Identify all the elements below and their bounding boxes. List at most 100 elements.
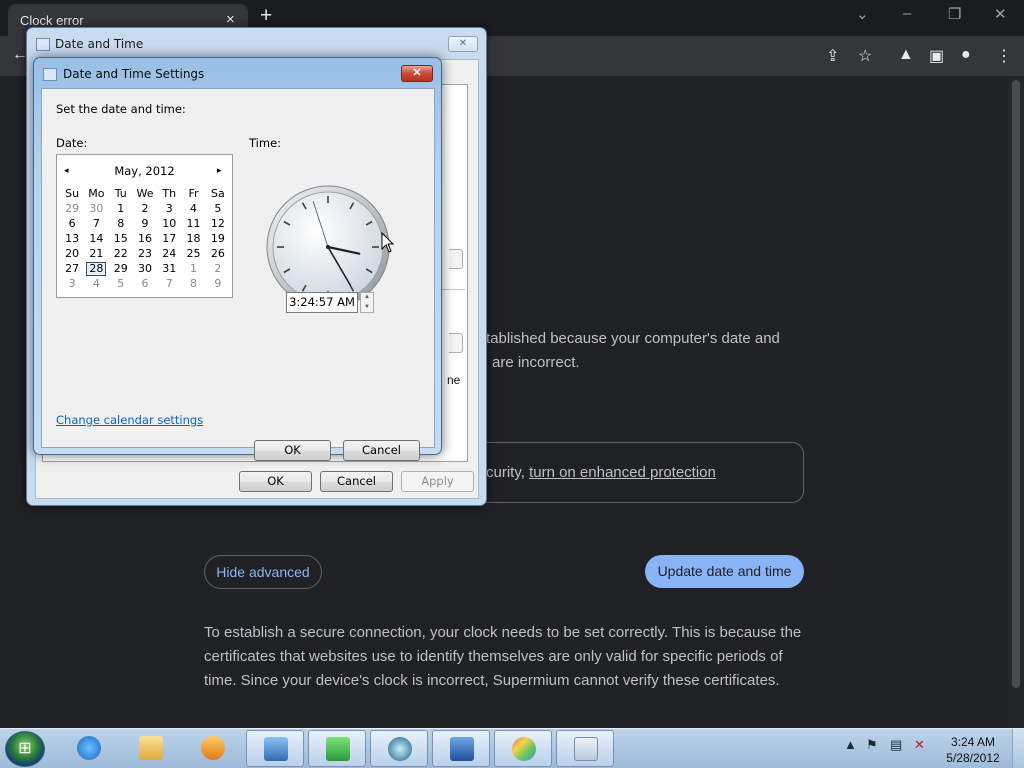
enhanced-protection-link[interactable]: turn on enhanced protection [529,464,716,481]
calendar-day[interactable]: 4 [181,201,205,216]
calendar-day[interactable]: 31 [157,261,181,276]
calendar-day[interactable]: 6 [60,216,84,231]
calendar-day[interactable]: 7 [84,216,108,231]
month-calendar[interactable]: ◂ May, 2012 ▸ Su Mo Tu We Th Fr Sa 29 30 1… [56,154,233,298]
calendar-day[interactable]: 3 [157,201,181,216]
calendar-day[interactable]: 14 [84,231,108,246]
share-icon[interactable]: ⇪ [826,46,839,66]
network-icon[interactable]: ▤ [890,737,902,753]
change-calendar-settings-link[interactable]: Change calendar settings [56,413,203,427]
taskbar-paint[interactable] [494,730,552,767]
settings-ok-button[interactable]: OK [254,440,331,461]
volume-muted-icon[interactable]: ✕ [914,737,925,753]
action-center-flag-icon[interactable]: ⚑ [866,737,878,753]
calendar-day[interactable]: 2 [206,261,230,276]
weekday-label: Mo [88,187,105,200]
clock-center [326,245,330,249]
bookmark-star-icon[interactable]: ☆ [858,46,872,66]
start-button[interactable]: ⊞ [5,731,45,767]
calendar-day[interactable]: 5 [206,201,230,216]
taskbar-date-time[interactable] [556,730,614,767]
calendar-day[interactable]: 30 [84,201,108,216]
profile-icon[interactable]: ● [961,46,971,64]
calendar-day[interactable]: 24 [157,246,181,261]
hide-advanced-button[interactable]: Hide advanced [204,555,322,589]
calendar-day[interactable]: 6 [133,276,157,291]
calendar-day[interactable]: 21 [84,246,108,261]
calendar-day[interactable]: 3 [60,276,84,291]
new-tab-icon[interactable]: + [260,4,272,28]
change-timezone-button-fragment[interactable] [449,333,463,353]
calendar-day[interactable]: 9 [133,216,157,231]
calendar-day[interactable]: 26 [206,246,230,261]
spin-up-icon[interactable]: ▲ [361,293,373,303]
taskbar-control-panel[interactable] [246,730,304,767]
page-scrollbar[interactable] [1008,76,1024,728]
restore-icon[interactable]: ❐ [948,5,961,23]
dialog-close-icon[interactable]: ✕ [448,36,478,52]
calendar-day[interactable]: 5 [109,276,133,291]
ok-button[interactable]: OK [239,471,312,492]
weekday-label: Th [162,187,177,200]
taskbar-media-player[interactable] [184,730,242,767]
side-panel-icon[interactable]: ▣ [929,46,944,66]
calendar-day[interactable]: 30 [133,261,157,276]
calendar-day[interactable]: 2 [133,201,157,216]
calendar-day[interactable]: 8 [181,276,205,291]
calendar-day[interactable]: 29 [109,261,133,276]
calendar-day[interactable]: 10 [157,216,181,231]
date-label: Date: [56,136,88,150]
calendar-day[interactable]: 13 [60,231,84,246]
calendar-day[interactable]: 18 [181,231,205,246]
calendar-day[interactable]: 20 [60,246,84,261]
calendar-week-row: 20 21 22 23 24 25 26 [60,246,230,261]
tab-search-icon[interactable]: ⌄ [856,5,869,23]
taskbar-clock[interactable]: 3:24 AM 5/28/2012 [940,734,1006,766]
settings-close-icon[interactable]: ✕ [401,65,433,82]
apply-button[interactable]: Apply [401,471,474,492]
calendar-day[interactable]: 17 [157,231,181,246]
calendar-day[interactable]: 28 [84,261,108,276]
change-date-button-fragment[interactable] [449,249,463,269]
calendar-day[interactable]: 16 [133,231,157,246]
time-spinner[interactable]: ▲ ▼ [360,292,374,313]
minimize-icon[interactable]: – [903,5,911,22]
calendar-day[interactable]: 23 [133,246,157,261]
spin-down-icon[interactable]: ▼ [361,303,373,313]
calendar-day[interactable]: 9 [206,276,230,291]
taskbar-internet-explorer[interactable] [60,730,118,767]
calendar-day[interactable]: 11 [181,216,205,231]
cancel-button[interactable]: Cancel [320,471,393,492]
weekday-label: Tu [114,187,127,200]
calendar-day[interactable]: 1 [109,201,133,216]
calendar-day[interactable]: 1 [181,261,205,276]
show-hidden-icons[interactable]: ▲ [844,737,857,752]
date-time-settings-dialog: Date and Time Settings ✕ Set the date an… [33,57,442,461]
next-month-icon[interactable]: ▸ [217,165,222,176]
calendar-day[interactable]: 12 [206,216,230,231]
labs-flask-icon[interactable]: ▲ [898,46,914,64]
calendar-day[interactable]: 7 [157,276,181,291]
calendar-day[interactable]: 22 [109,246,133,261]
taskbar-file-explorer[interactable] [122,730,180,767]
calendar-day[interactable]: 29 [60,201,84,216]
show-desktop-button[interactable] [1012,729,1024,768]
calendar-day[interactable]: 27 [60,261,84,276]
menu-kebab-icon[interactable]: ⋮ [996,46,1012,66]
taskbar-network-app[interactable] [370,730,428,767]
time-input[interactable]: 3:24:57 AM [286,292,358,313]
calendar-day[interactable]: 25 [181,246,205,261]
settings-cancel-button[interactable]: Cancel [343,440,420,461]
calendar-day[interactable]: 8 [109,216,133,231]
taskbar-remote-desktop[interactable] [432,730,490,767]
weekday-label: Su [65,187,80,200]
calendar-day[interactable]: 15 [109,231,133,246]
update-date-time-button[interactable]: Update date and time [645,555,804,588]
calendar-month-year[interactable]: May, 2012 [57,164,232,178]
calendar-week-row: 6 7 8 9 10 11 12 [60,216,230,231]
taskbar-supermium[interactable] [308,730,366,767]
scroll-thumb[interactable] [1012,80,1020,688]
calendar-day[interactable]: 19 [206,231,230,246]
calendar-day[interactable]: 4 [84,276,108,291]
window-close-icon[interactable]: ✕ [994,5,1007,23]
